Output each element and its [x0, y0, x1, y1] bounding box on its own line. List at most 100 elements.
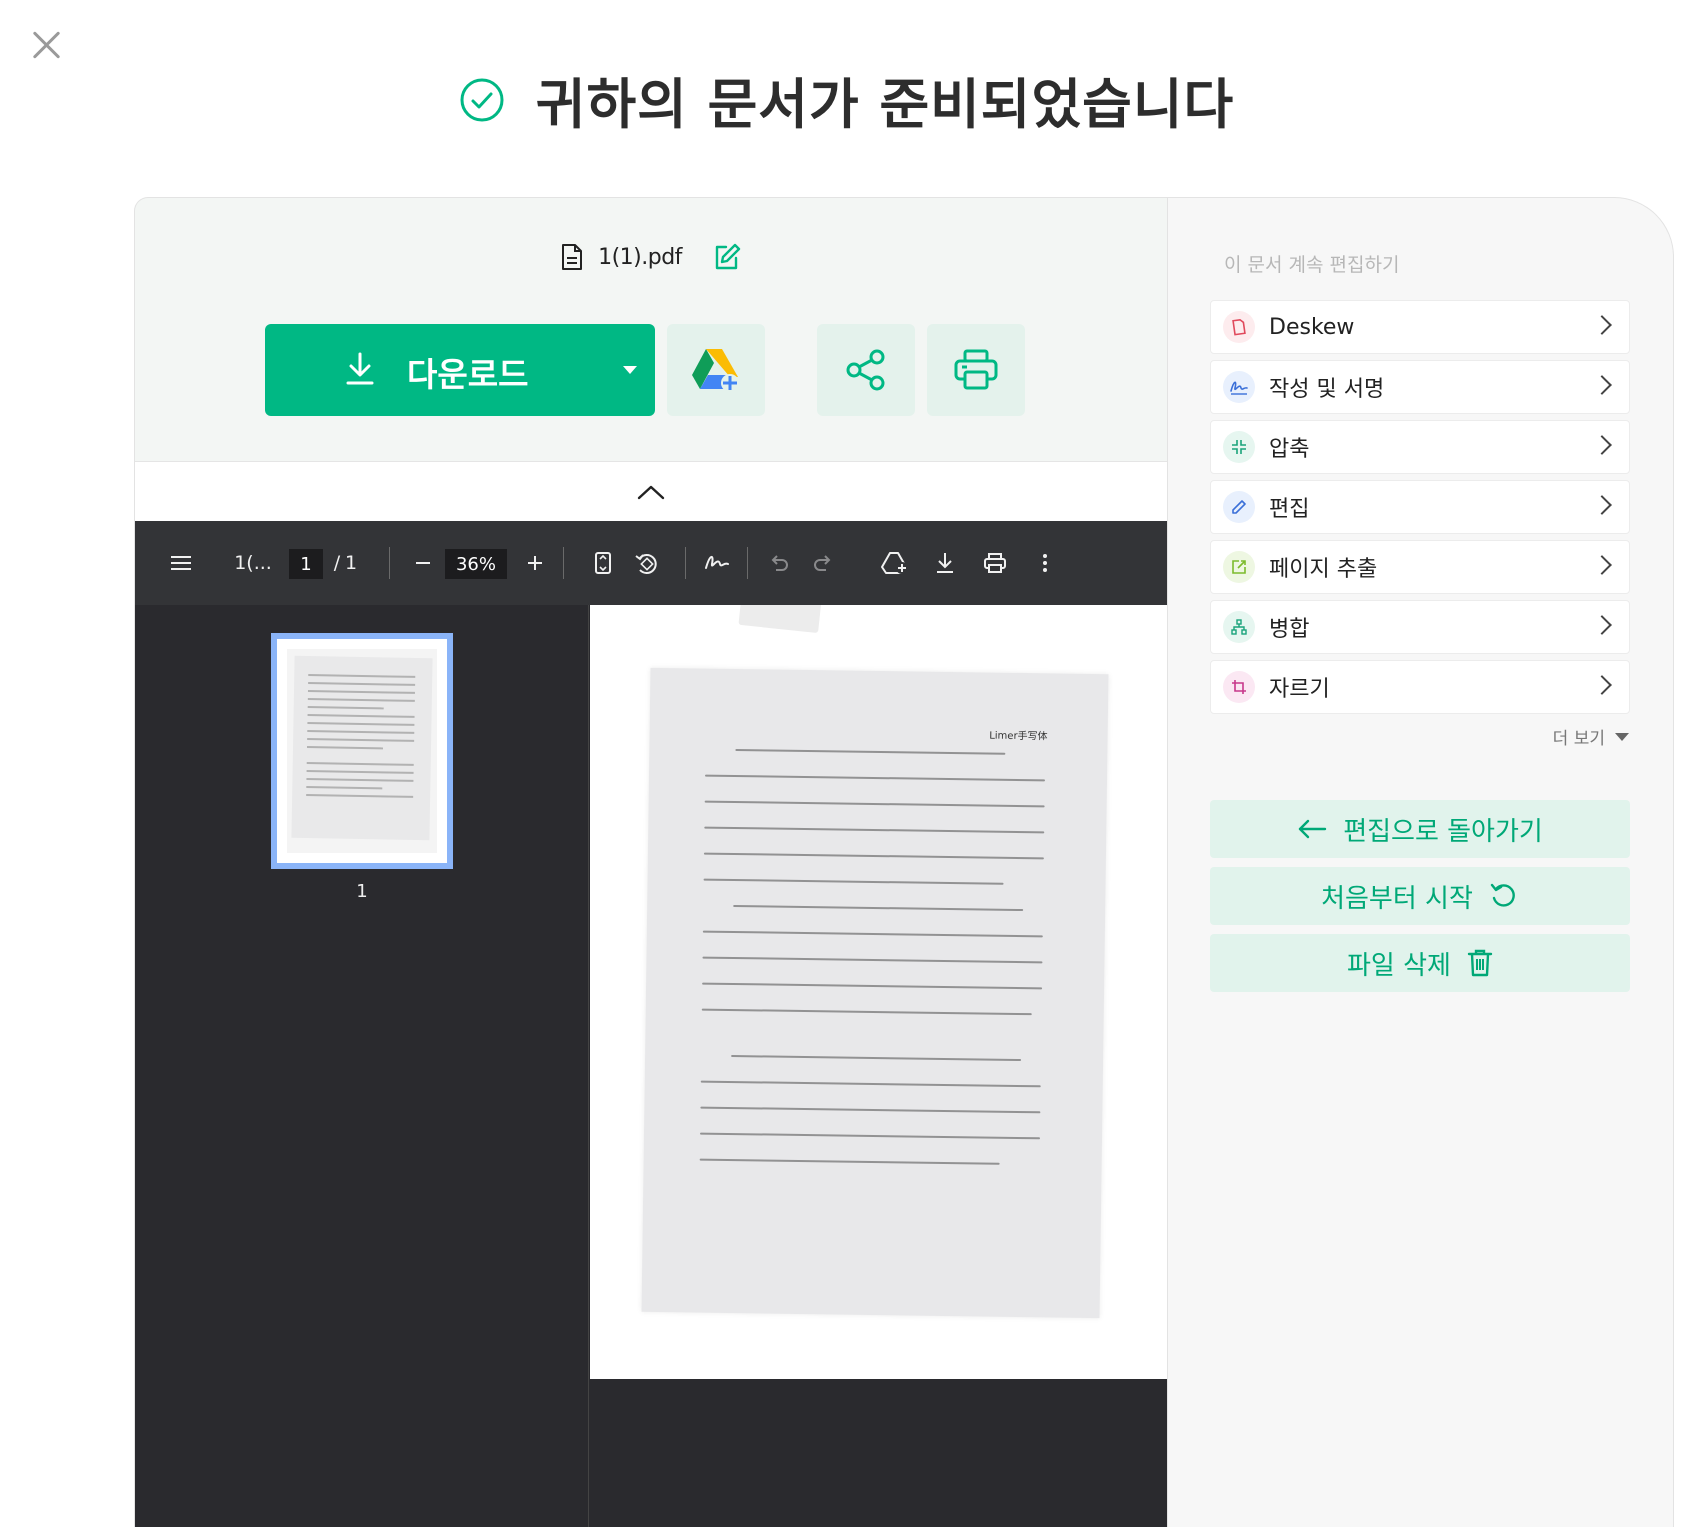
merge-icon [1223, 611, 1255, 643]
tool-label: 압축 [1269, 437, 1310, 462]
crop-icon [1223, 671, 1255, 703]
zoom-in-button[interactable] [513, 521, 557, 605]
handwriting-line [704, 800, 1045, 808]
print-button[interactable] [927, 324, 1025, 416]
redo-icon [814, 555, 831, 571]
chevron-right-icon [1592, 495, 1612, 515]
result-panel: 1(1).pdf 다운로드 1(... 1 / 1 36% 1 Limer手写体 [134, 197, 1168, 1527]
tool-deskew[interactable]: Deskew [1210, 300, 1630, 354]
drive-add-icon [881, 552, 908, 574]
file-name: 1(1).pdf [598, 244, 682, 270]
tool-fill-sign[interactable]: 작성 및 서명 [1210, 360, 1630, 414]
delete-file-label: 파일 삭제 [1347, 950, 1451, 981]
save-to-drive-button[interactable] [667, 324, 765, 416]
tool-merge[interactable]: 병합 [1210, 600, 1630, 654]
toolbar-divider [389, 547, 390, 579]
download-label: 다운로드 [407, 355, 529, 394]
total-pages: 1 [344, 552, 358, 574]
handwriting-line [702, 956, 1043, 964]
fit-page-button[interactable] [581, 521, 625, 605]
undo-button[interactable] [757, 521, 801, 605]
page-thumbnail[interactable] [271, 633, 453, 869]
download-button[interactable]: 다운로드 [265, 324, 655, 416]
primary-actions: 다운로드 [265, 324, 1025, 416]
tool-crop[interactable]: 자르기 [1210, 660, 1630, 714]
plus-icon [528, 556, 542, 570]
share-button[interactable] [817, 324, 915, 416]
print-icon [954, 349, 998, 390]
toolbar-divider [685, 547, 686, 579]
current-page-input[interactable]: 1 [289, 549, 323, 579]
page-canvas-area: Limer手写体 [590, 605, 1167, 1527]
thumbnail-page-number: 1 [356, 881, 368, 902]
tool-compress[interactable]: 압축 [1210, 420, 1630, 474]
annotate-button[interactable] [695, 521, 739, 605]
thumbnail-text-line [306, 778, 414, 782]
thumbnail-paper [291, 655, 433, 841]
handwriting-line [699, 1158, 1000, 1165]
viewer-print-button[interactable] [973, 521, 1017, 605]
thumbnail-text-line [307, 690, 416, 694]
start-over-label: 처음부터 시작 [1321, 883, 1473, 914]
handwriting-line [703, 878, 1004, 885]
thumbnail-text-line [307, 698, 416, 702]
thumbnail-preview [287, 649, 437, 853]
start-over-button[interactable]: 처음부터 시작 [1210, 867, 1630, 925]
zoom-out-button[interactable] [401, 521, 445, 605]
tool-label: 페이지 추출 [1269, 557, 1378, 582]
tool-list: Deskew 작성 및 서명 압축 편집 페이지 추출 병합 자르기 [1210, 300, 1630, 720]
trash-icon [1467, 949, 1493, 977]
thumbnail-text-line [306, 770, 415, 774]
tool-label: Deskew [1269, 314, 1355, 340]
menu-button[interactable] [157, 521, 205, 605]
thumbnail-text-line [307, 706, 384, 710]
chevron-right-icon [1592, 615, 1612, 635]
restart-icon [1490, 883, 1515, 907]
page-sticker [738, 605, 822, 634]
thumbnail-sidebar: 1 [135, 605, 589, 1527]
handwriting-line [733, 905, 1024, 912]
download-options-caret-icon[interactable] [623, 366, 637, 374]
more-options-button[interactable] [1025, 521, 1065, 605]
hamburger-icon [171, 556, 191, 570]
continue-editing-panel: 이 문서 계속 편집하기 Deskew 작성 및 서명 압축 편집 페이지 추출… [1168, 197, 1674, 1527]
share-icon [846, 349, 885, 391]
toolbar-divider [563, 547, 564, 579]
extract-icon [1223, 551, 1255, 583]
handwriting-line [700, 1080, 1041, 1088]
thumbnail-text-line [306, 762, 415, 766]
arrow-left-icon [1298, 819, 1327, 839]
close-icon[interactable] [30, 28, 64, 62]
thumbnail-text-line [306, 738, 415, 742]
handwriting-line [702, 982, 1043, 990]
chevron-right-icon [1592, 555, 1612, 575]
rotate-button[interactable] [625, 521, 669, 605]
deskew-icon [1223, 311, 1255, 343]
viewer-drive-button[interactable] [873, 521, 917, 605]
page-title-row: 귀하의 문서가 준비되었습니다 [0, 60, 1692, 139]
google-drive-icon [692, 349, 739, 392]
back-to-edit-button[interactable]: 편집으로 돌아가기 [1210, 800, 1630, 858]
pdf-viewer: 1(... 1 / 1 36% 1 Limer手写体 [135, 521, 1167, 1527]
handwriting-line [735, 749, 1006, 755]
handwriting-line [704, 826, 1045, 834]
rename-pencil-icon[interactable] [712, 242, 742, 272]
collapse-toggle[interactable] [135, 461, 1167, 521]
delete-file-button[interactable]: 파일 삭제 [1210, 934, 1630, 992]
tool-label: 편집 [1269, 497, 1310, 522]
thumbnail-text-line [306, 786, 383, 790]
thumbnail-text-line [305, 794, 414, 798]
handwriting-line [702, 930, 1043, 938]
tool-label: 작성 및 서명 [1269, 377, 1385, 402]
thumbnail-text-line [308, 674, 416, 678]
tool-extract-pages[interactable]: 페이지 추출 [1210, 540, 1630, 594]
more-tools-link[interactable]: 더 보기 [1553, 724, 1629, 749]
file-icon [562, 244, 583, 270]
redo-button[interactable] [801, 521, 845, 605]
zoom-level-input[interactable]: 36% [445, 549, 507, 579]
tool-edit[interactable]: 편집 [1210, 480, 1630, 534]
viewer-download-button[interactable] [923, 521, 967, 605]
viewer-toolbar: 1(... 1 / 1 36% [135, 521, 1167, 605]
thumbnail-text-line [306, 746, 383, 750]
back-to-edit-label: 편집으로 돌아가기 [1343, 816, 1543, 847]
